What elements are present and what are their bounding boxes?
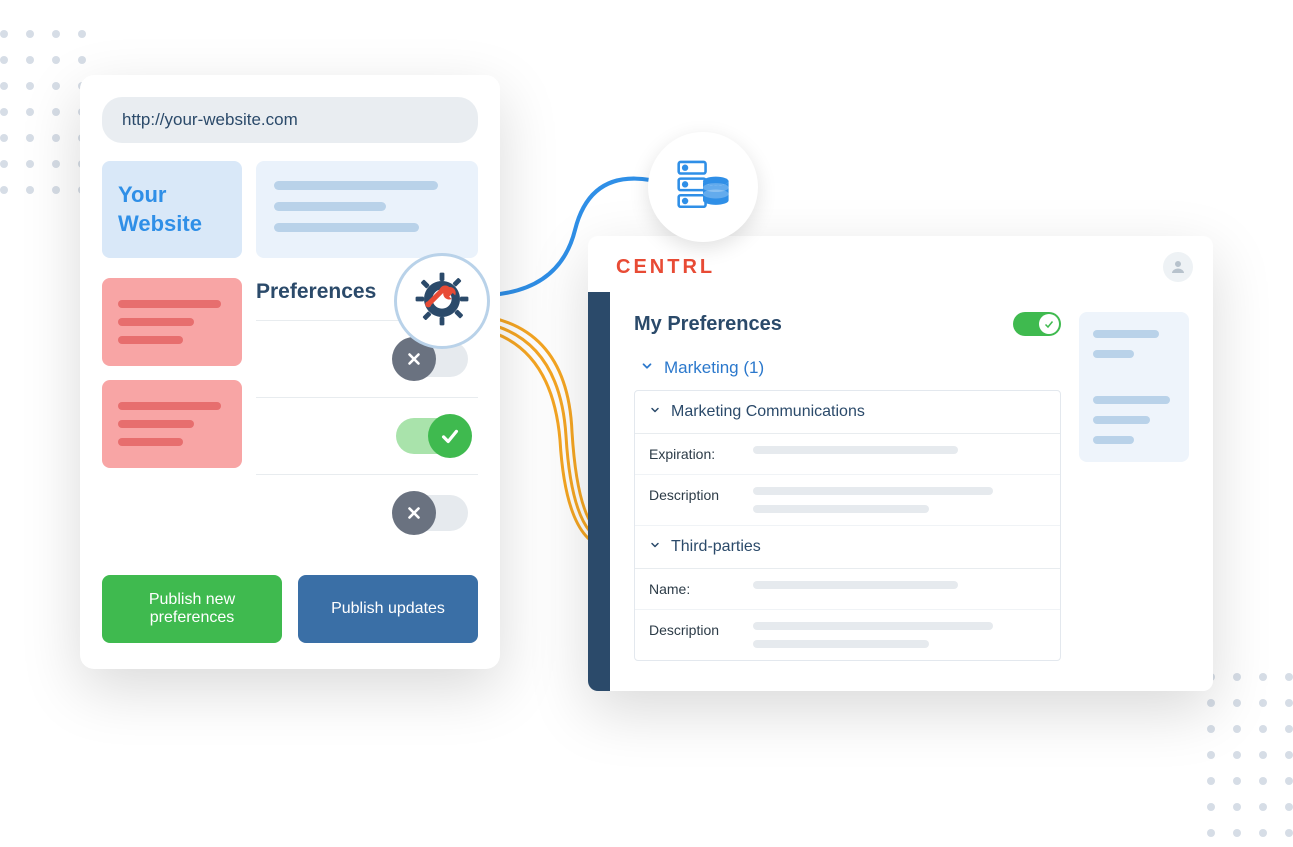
value-placeholder xyxy=(753,446,1046,454)
content-block xyxy=(102,278,242,366)
group-header-third-parties[interactable]: Third-parties xyxy=(635,526,1060,569)
centrl-header: CENTRL xyxy=(588,236,1213,292)
decorative-dots-bottom-right xyxy=(1207,673,1293,837)
centrl-panel: CENTRL My Preferences xyxy=(588,236,1213,691)
hero-text-placeholder xyxy=(256,161,478,258)
value-placeholder xyxy=(753,487,1046,513)
gear-wrench-icon xyxy=(412,269,472,334)
url-bar: http://your-website.com xyxy=(102,97,478,143)
panel-title: My Preferences xyxy=(634,313,782,336)
publish-updates-button[interactable]: Publish updates xyxy=(298,575,478,643)
user-avatar-icon[interactable] xyxy=(1163,252,1193,282)
decorative-dots-top-left xyxy=(0,30,86,194)
field-row: Description xyxy=(635,475,1060,526)
chevron-down-icon xyxy=(649,403,661,421)
preference-panel: Marketing Communications Expiration: Des… xyxy=(634,390,1061,661)
field-label: Description xyxy=(649,487,753,503)
field-row: Name: xyxy=(635,569,1060,610)
database-server-icon xyxy=(671,153,735,222)
x-icon xyxy=(392,491,436,535)
website-hero-block: Your Website xyxy=(102,161,478,258)
check-icon xyxy=(428,414,472,458)
preference-toggle-on[interactable] xyxy=(396,418,468,454)
group-header-marketing-comm[interactable]: Marketing Communications xyxy=(635,391,1060,434)
section-marketing[interactable]: Marketing (1) xyxy=(634,350,1061,390)
value-placeholder xyxy=(753,622,1046,648)
value-placeholder xyxy=(753,581,1046,589)
section-label: Marketing (1) xyxy=(664,358,764,378)
preference-row xyxy=(256,397,478,474)
field-label: Name: xyxy=(649,581,753,597)
publish-new-button[interactable]: Publish new preferences xyxy=(102,575,282,643)
sidebar-strip xyxy=(588,292,610,691)
side-summary-card xyxy=(1079,312,1189,462)
chevron-down-icon xyxy=(640,358,654,378)
content-block xyxy=(102,380,242,468)
database-connector-badge xyxy=(648,132,758,242)
master-toggle-on[interactable] xyxy=(1013,312,1061,336)
preference-toggle-off[interactable] xyxy=(396,495,468,531)
gear-connector-badge xyxy=(394,253,490,349)
chevron-down-icon xyxy=(649,538,661,556)
brand-logo: CENTRL xyxy=(616,256,715,279)
website-title: Your Website xyxy=(102,161,242,258)
check-icon xyxy=(1039,314,1059,334)
group-label: Third-parties xyxy=(671,538,761,556)
preference-row xyxy=(256,474,478,551)
field-label: Expiration: xyxy=(649,446,753,462)
group-label: Marketing Communications xyxy=(671,403,865,421)
field-label: Description xyxy=(649,622,753,638)
field-row: Expiration: xyxy=(635,434,1060,475)
content-blocks-column xyxy=(102,278,242,551)
field-row: Description xyxy=(635,610,1060,660)
website-preview-card: http://your-website.com Your Website Pre… xyxy=(80,75,500,669)
